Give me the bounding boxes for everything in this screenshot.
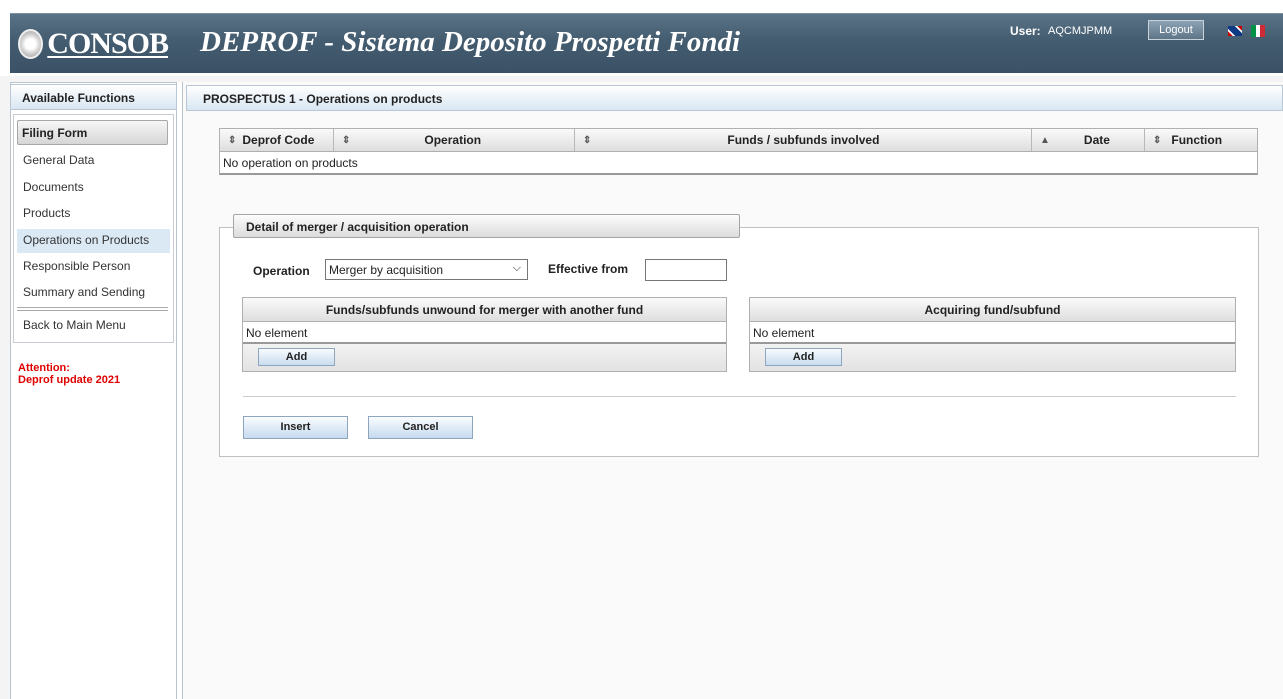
- column-header-operation[interactable]: ⇕ Operation: [334, 129, 575, 151]
- app-header: CONSOB DEPROF - Sistema Deposito Prospet…: [0, 0, 1283, 76]
- unwound-funds-table: Funds/subfunds unwound for merger with a…: [242, 297, 727, 372]
- column-label: Date: [1083, 133, 1110, 147]
- logo-text: CONSOB: [47, 27, 169, 60]
- sidebar-item-documents[interactable]: Documents: [17, 176, 170, 200]
- effective-from-label: Effective from: [548, 262, 629, 276]
- attention-line-2: Deprof update 2021: [18, 374, 121, 386]
- column-header-date[interactable]: ▲ Date: [1032, 129, 1145, 151]
- operations-empty-row: No operation on products: [223, 156, 358, 170]
- operation-label: Operation: [253, 264, 310, 278]
- detail-panel-title: Detail of merger / acquisition operation: [233, 214, 740, 238]
- insert-button[interactable]: Insert: [243, 416, 348, 439]
- header-bar: CONSOB DEPROF - Sistema Deposito Prospet…: [10, 13, 1283, 73]
- column-label: Function: [1171, 133, 1223, 147]
- operation-select[interactable]: Merger by acquisition ⌵: [325, 259, 528, 280]
- sort-icon: ⇕: [342, 134, 351, 146]
- attention-line-1: Attention:: [18, 362, 70, 374]
- operations-table-header: ⇕ Deprof Code ⇕ Operation ⇕ Funds / subf…: [220, 129, 1257, 152]
- sort-icon: ⇕: [583, 134, 592, 146]
- effective-from-input[interactable]: [645, 259, 727, 281]
- sort-icon: ⇕: [1153, 134, 1162, 146]
- operation-select-value: Merger by acquisition: [329, 263, 444, 277]
- sidebar-item-products[interactable]: Products: [17, 202, 170, 226]
- sort-asc-icon: ▲: [1040, 134, 1050, 146]
- filing-form-section: Filing Form: [17, 120, 168, 145]
- user-value: AQCMJPMM: [1048, 25, 1113, 37]
- acquiring-fund-footer: Add: [750, 344, 1235, 371]
- unwound-funds-empty-row: No element: [243, 322, 726, 344]
- column-header-funds-involved[interactable]: ⇕ Funds / subfunds involved: [575, 129, 1032, 151]
- seal-icon: [18, 29, 44, 59]
- sidebar-item-operations-on-products[interactable]: Operations on Products: [17, 229, 170, 253]
- user-label: User:: [1010, 24, 1041, 38]
- sidebar-item-summary-and-sending[interactable]: Summary and Sending: [17, 281, 170, 305]
- column-label: Funds / subfunds involved: [727, 133, 880, 147]
- cancel-button[interactable]: Cancel: [368, 416, 473, 439]
- acquiring-fund-empty-row: No element: [750, 322, 1235, 344]
- english-flag-icon[interactable]: [1228, 26, 1242, 36]
- logout-button[interactable]: Logout: [1148, 20, 1204, 40]
- page-title: PROSPECTUS 1 - Operations on products: [186, 85, 1283, 111]
- unwound-funds-header: Funds/subfunds unwound for merger with a…: [243, 298, 726, 322]
- sidebar-title: Available Functions: [10, 84, 177, 110]
- column-header-function[interactable]: ⇕ Function: [1145, 129, 1257, 151]
- sidebar-item-responsible-person[interactable]: Responsible Person: [17, 255, 170, 279]
- sort-icon: ⇕: [228, 134, 237, 146]
- sidebar-item-general-data[interactable]: General Data: [17, 149, 170, 173]
- app-title: DEPROF - Sistema Deposito Prospetti Fond…: [200, 26, 741, 58]
- add-unwound-fund-button[interactable]: Add: [258, 348, 335, 366]
- sidebar-item-back-to-main-menu[interactable]: Back to Main Menu: [17, 314, 170, 338]
- add-acquiring-fund-button[interactable]: Add: [765, 348, 842, 366]
- operations-table: ⇕ Deprof Code ⇕ Operation ⇕ Funds / subf…: [219, 128, 1258, 175]
- consob-logo[interactable]: CONSOB: [18, 24, 169, 64]
- attention-notice[interactable]: Attention: Deprof update 2021: [18, 362, 120, 386]
- unwound-funds-footer: Add: [243, 344, 726, 371]
- acquiring-fund-header: Acquiring fund/subfund: [750, 298, 1235, 322]
- column-label: Operation: [424, 133, 482, 147]
- italian-flag-icon[interactable]: [1251, 25, 1266, 37]
- form-divider: [243, 396, 1236, 397]
- column-label: Deprof Code: [242, 133, 315, 147]
- sidebar-divider: [17, 307, 168, 311]
- acquiring-fund-table: Acquiring fund/subfund No element Add: [749, 297, 1236, 372]
- chevron-down-icon: ⌵: [512, 262, 521, 274]
- column-header-deprof-code[interactable]: ⇕ Deprof Code: [220, 129, 334, 151]
